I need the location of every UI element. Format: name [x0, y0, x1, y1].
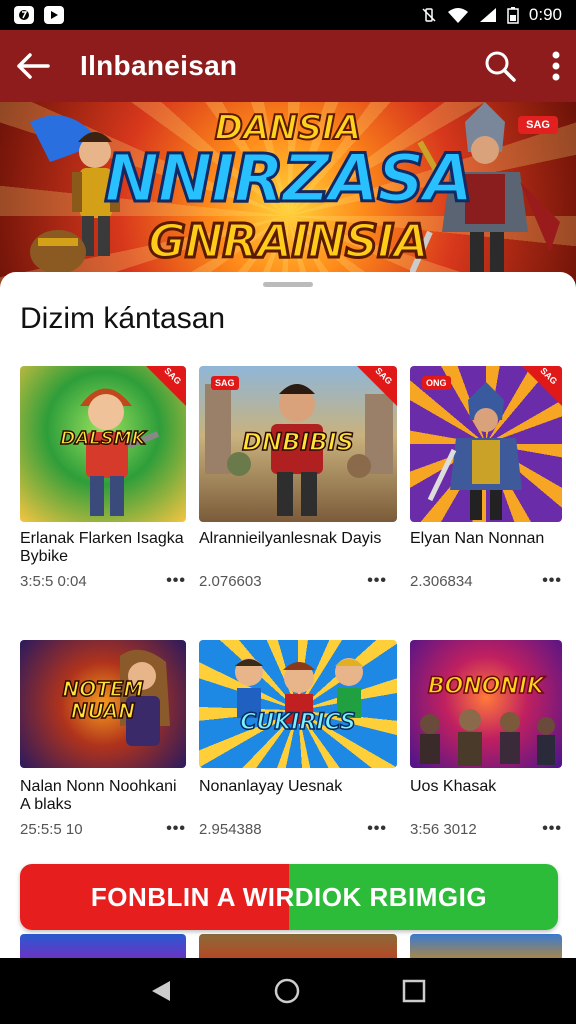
app-bar: Ilnbaneisan	[0, 30, 576, 102]
peek-thumbnail[interactable]	[410, 934, 562, 958]
game-thumbnail[interactable]: BONONIK	[410, 640, 562, 768]
more-dots-icon[interactable]: •••	[367, 820, 387, 838]
game-card[interactable]: BONONIK Uos Khasak 3:56 3012 •••	[410, 640, 562, 838]
game-stat: 25:5:5 10	[20, 820, 83, 838]
game-logo: DNBIBIS	[241, 427, 354, 457]
game-logo: CUKIRICS	[239, 709, 356, 736]
game-badge: ONG	[422, 376, 451, 390]
game-logo: NOTEM NUAN	[62, 677, 144, 723]
status-bar: 0:90	[0, 0, 576, 30]
game-title: Uos Khasak	[410, 778, 497, 795]
more-dots-icon[interactable]: •••	[542, 572, 562, 590]
section-title: Dizim kántasan	[20, 302, 226, 335]
featured-banner[interactable]: DANSIA NNIRZASA GNRAINSIA SAG	[0, 102, 576, 292]
banner-badge: SAG	[518, 116, 558, 134]
game-stat: 2.306834	[410, 572, 473, 590]
nav-recents-icon[interactable]	[402, 979, 426, 1003]
game-thumbnail[interactable]: DNBIBIS SAG SAG	[199, 366, 397, 522]
more-dots-icon[interactable]: •••	[542, 820, 562, 838]
banner-title-main: NNIRZASA	[103, 139, 475, 219]
system-nav-bar	[0, 958, 576, 1024]
status-time: 0:90	[528, 5, 562, 24]
more-dots-icon[interactable]: •••	[367, 572, 387, 590]
game-title: Elyan Nan Nonnan	[410, 530, 545, 547]
game-badge: SAG	[211, 376, 239, 390]
game-stat: 2.954388	[199, 820, 262, 838]
character-figure	[80, 388, 160, 516]
nav-back-icon[interactable]	[150, 979, 172, 1003]
game-title: Alrannieilyanlesnak Dayis	[199, 530, 382, 547]
game-logo: BONONIK	[427, 673, 545, 700]
more-dots-icon[interactable]: •••	[166, 572, 186, 590]
play-notification-icon	[44, 6, 64, 24]
game-thumbnail[interactable]: CUKIRICS	[199, 640, 397, 768]
game-thumbnail[interactable]: NOTEM NUAN	[20, 640, 186, 768]
game-card[interactable]: NOTEM NUAN Nalan Nonn Noohkani A blaks 2…	[20, 640, 186, 838]
game-stat: 3:5:5 0:04	[20, 572, 87, 590]
game-stat: 2.076603	[199, 572, 262, 590]
game-title: Erlanak Flarken Isagka Bybike	[20, 530, 184, 565]
game-thumbnail[interactable]: DALSMK SAG	[20, 366, 186, 522]
game-card[interactable]: CUKIRICS Nonanlayay Uesnak 2.954388 •••	[199, 640, 397, 838]
game-title: Nalan Nonn Noohkani A blaks	[20, 778, 177, 813]
game-card[interactable]: ONG SAG Elyan Nan Nonnan 2.306834 •••	[410, 366, 562, 590]
back-arrow-icon[interactable]	[16, 52, 50, 80]
notification-app-icon	[14, 6, 34, 24]
page-title: Ilnbaneisan	[80, 50, 238, 81]
nav-home-icon[interactable]	[273, 977, 301, 1005]
vibrate-icon	[422, 8, 436, 22]
signal-icon	[479, 8, 496, 22]
games-sheet: Dizim kántasan DALSMK SAG Erlanak Flarke…	[0, 272, 576, 958]
cta-button[interactable]: FONBLIN A WIRDIOK RBIMGIG	[20, 864, 558, 930]
wifi-icon	[447, 8, 468, 23]
drag-handle[interactable]	[263, 282, 313, 287]
banner-title-sub: GNRAINSIA	[147, 213, 431, 270]
character-group	[420, 709, 555, 766]
peek-thumbnail[interactable]	[199, 934, 397, 958]
peek-thumbnail[interactable]	[20, 934, 186, 958]
search-icon[interactable]	[484, 50, 516, 82]
game-card[interactable]: DNBIBIS SAG SAG Alrannieilyanlesnak Dayi…	[199, 366, 397, 590]
game-stat: 3:56 3012	[410, 820, 477, 838]
game-thumbnail[interactable]: ONG SAG	[410, 366, 562, 522]
more-options-icon[interactable]	[552, 51, 560, 81]
game-title: Nonanlayay Uesnak	[199, 778, 343, 795]
more-dots-icon[interactable]: •••	[166, 820, 186, 838]
battery-icon	[507, 7, 519, 24]
game-card[interactable]: DALSMK SAG Erlanak Flarken Isagka Bybike…	[20, 366, 186, 590]
game-logo: DALSMK	[60, 427, 147, 450]
